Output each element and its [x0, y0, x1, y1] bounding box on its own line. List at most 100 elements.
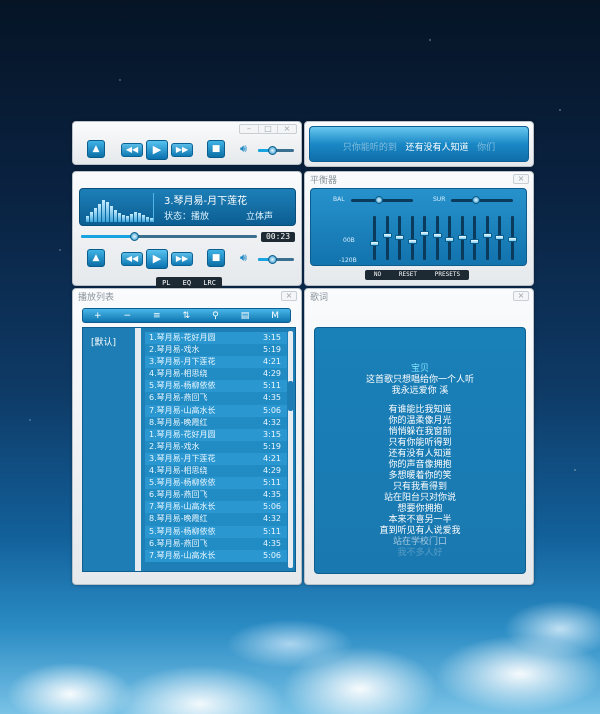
track-row[interactable]: 7.琴月易-山高水长 5:06 [145, 501, 287, 514]
playlist-title: 播放列表 [78, 293, 115, 303]
eq-band-slider[interactable] [470, 216, 479, 260]
eq-band-knob[interactable] [395, 235, 404, 240]
track-row[interactable]: 1.琴月易-花好月圆 3:15 [145, 428, 287, 441]
eq-band-slider[interactable] [370, 216, 379, 260]
eq-band-knob[interactable] [507, 236, 517, 242]
close-icon[interactable]: × [514, 175, 528, 183]
eq-band-knob[interactable] [470, 238, 479, 244]
open-file-button[interactable]: ▲ [87, 249, 105, 267]
track-row[interactable]: 6.琴月易-燕回飞 4:35 [145, 537, 287, 550]
track-row[interactable]: 3.琴月易-月下莲花 4:21 [145, 452, 287, 466]
track-row[interactable]: 6.琴月易-燕回飞 4:35 [145, 392, 287, 405]
eq-band-knob[interactable] [407, 238, 417, 244]
track-row[interactable]: 5.琴月易-杨柳依依 5:11 [145, 525, 287, 538]
track-duration: 5:06 [263, 550, 281, 560]
search-icon[interactable]: ⚲ [212, 311, 219, 321]
remove-icon[interactable]: − [124, 311, 132, 321]
eq-band-knob[interactable] [432, 233, 442, 239]
next-button[interactable]: ▶▶ [171, 252, 193, 266]
next-button[interactable]: ▶▶ [171, 143, 193, 157]
spectrum-bar [126, 216, 129, 222]
equalizer-title: 平衡器 [310, 176, 338, 186]
track-row[interactable]: 5.琴月易-杨柳依依 5:11 [145, 477, 287, 490]
track-row[interactable]: 4.琴月易-相思绕 4:29 [145, 368, 287, 381]
eq-band-slider[interactable] [482, 216, 492, 260]
playlist-divider[interactable] [135, 328, 141, 571]
eq-band-knob[interactable] [482, 233, 492, 239]
eq-no-button[interactable]: NO [374, 270, 381, 280]
eq-band-knob[interactable] [445, 236, 454, 242]
close-icon[interactable]: × [277, 125, 296, 133]
minimize-icon[interactable]: – [240, 125, 258, 133]
eq-band-slider[interactable] [495, 216, 504, 260]
eq-band-slider[interactable] [432, 216, 442, 260]
eq-band-slider[interactable] [420, 216, 429, 260]
speaker-icon[interactable]: 🔊︎ [240, 142, 247, 156]
eq-band-slider[interactable] [445, 216, 454, 260]
eq-band-slider[interactable] [457, 216, 467, 260]
track-duration: 4:35 [263, 490, 281, 500]
balance-slider[interactable] [351, 196, 413, 204]
lyric-line: 只有你能听得到 [388, 438, 452, 448]
track-name: 2.琴月易-戏水 [149, 441, 200, 451]
lyric-line: 站在阳台只对你说 [383, 493, 456, 503]
list-icon[interactable]: ≡ [153, 311, 161, 321]
eq-band-knob[interactable] [382, 233, 392, 239]
track-row[interactable]: 5.琴月易-杨柳依依 5:11 [145, 380, 287, 393]
surround-slider[interactable] [451, 196, 513, 204]
track-row[interactable]: 7.琴月易-山高水长 5:06 [145, 549, 287, 562]
track-duration: 5:06 [263, 405, 281, 415]
eq-presets-button[interactable]: PRESETS [435, 270, 460, 280]
lyric-line: 你的声音像拥抱 [388, 460, 452, 470]
add-icon[interactable]: + [94, 311, 102, 321]
track-duration: 4:21 [263, 453, 281, 463]
progress-slider[interactable] [81, 232, 257, 241]
volume-slider[interactable] [258, 146, 294, 155]
close-icon[interactable]: × [514, 292, 528, 300]
eq-reset-button[interactable]: RESET [399, 270, 417, 280]
lyric-display: 只你能听的到 还有没有人知道 你们 [309, 126, 529, 162]
track-row[interactable]: 3.琴月易-月下莲花 4:21 [145, 356, 287, 369]
eq-band-slider[interactable] [395, 216, 404, 260]
track-row[interactable]: 8.琴月易-晚霞红 4:32 [145, 513, 287, 526]
eq-band-knob[interactable] [457, 235, 467, 240]
track-name: 3.琴月易-月下莲花 [149, 357, 216, 367]
volume-slider[interactable] [258, 255, 294, 264]
track-row[interactable]: 8.琴月易-晚霞红 4:32 [145, 416, 287, 429]
eq-band-slider[interactable] [507, 216, 517, 260]
playlist-toolbar: + − ≡ ⇅ ⚲ ▤ M [82, 308, 291, 323]
stop-button[interactable]: ■ [207, 140, 225, 158]
speaker-icon[interactable]: 🔊︎ [240, 251, 247, 265]
playlist-groups: [默认] [83, 328, 135, 571]
restore-icon[interactable]: □ [258, 125, 277, 133]
play-button[interactable]: ▶ [146, 140, 168, 160]
eq-band-slider[interactable] [382, 216, 392, 260]
spectrum-bar [86, 216, 89, 222]
track-duration: 4:32 [263, 417, 281, 427]
default-list-item[interactable]: [默认] [91, 335, 116, 348]
track-row[interactable]: 4.琴月易-相思绕 4:29 [145, 465, 287, 478]
eq-band-knob[interactable] [370, 240, 379, 246]
playlist-window: 播放列表 × + − ≡ ⇅ ⚲ ▤ M [默认] 1.琴月易-花好月圆 3:15… [72, 288, 302, 585]
play-button[interactable]: ▶ [146, 249, 168, 269]
close-icon[interactable]: × [282, 292, 296, 300]
track-row[interactable]: 6.琴月易-燕回飞 4:35 [145, 489, 287, 502]
sort-icon[interactable]: ⇅ [183, 311, 191, 321]
track-row[interactable]: 1.琴月易-花好月圆 3:15 [145, 332, 287, 345]
open-file-button[interactable]: ▲ [87, 140, 105, 158]
eq-band-knob[interactable] [420, 231, 429, 237]
track-name: 7.琴月易-山高水长 [149, 502, 216, 512]
previous-button[interactable]: ◀◀ [121, 143, 143, 157]
stop-button[interactable]: ■ [207, 249, 225, 267]
mode-icon[interactable]: M [271, 311, 279, 321]
document-icon[interactable]: ▤ [241, 311, 250, 321]
track-row[interactable]: 7.琴月易-山高水长 5:06 [145, 404, 287, 417]
track-row[interactable]: 2.琴月易-戏水 5:19 [145, 440, 287, 453]
lyric-prev-line: 只你能听的到 [342, 143, 397, 153]
previous-button[interactable]: ◀◀ [121, 252, 143, 266]
track-row[interactable]: 2.琴月易-戏水 5:19 [145, 344, 287, 357]
track-name: 8.琴月易-晚霞红 [149, 417, 208, 427]
eq-band-slider[interactable] [407, 216, 417, 260]
eq-band-knob[interactable] [495, 235, 504, 240]
playlist-scrollbar[interactable] [288, 331, 293, 568]
